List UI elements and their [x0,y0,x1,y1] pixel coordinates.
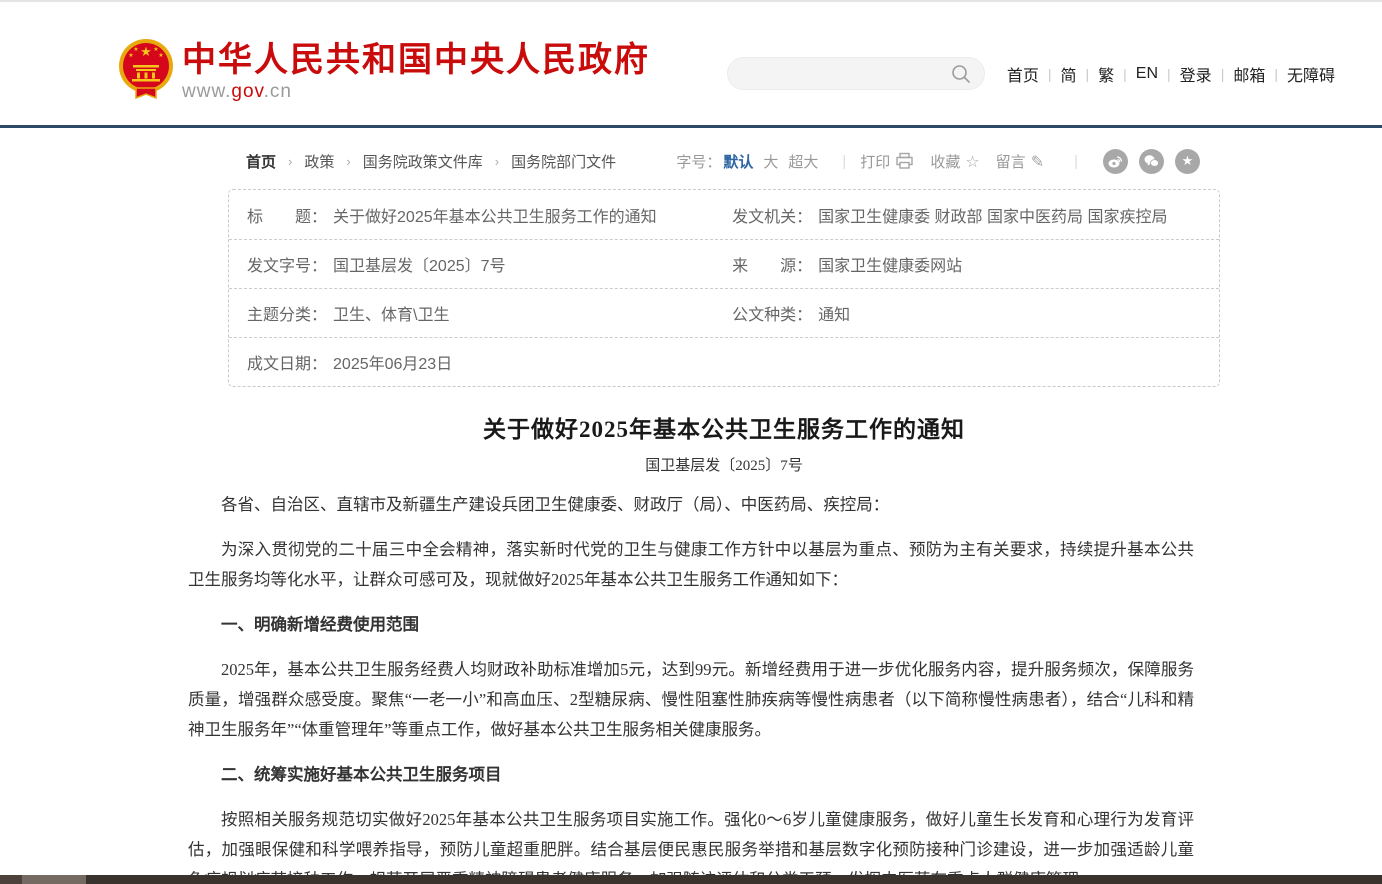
qzone-share-button[interactable]: ★ [1175,149,1200,174]
url-www: www. [182,81,231,102]
svg-text:★: ★ [128,52,133,59]
document-number: 国卫基层发〔2025〕7号 [228,454,1220,475]
breadcrumb-department-documents[interactable]: 国务院部门文件 [511,151,616,172]
comment-label: 留言 [996,151,1026,172]
font-size-large-button[interactable]: 大 [763,151,778,172]
meta-title-label: 标 题： [247,203,327,227]
url-gov: gov [231,81,263,102]
meta-topic-label: 主题分类： [247,301,327,325]
meta-doc-type-label: 公文种类： [732,301,812,325]
qzone-star-icon: ★ [1182,154,1194,169]
nav-home[interactable]: 首页 [1007,62,1039,86]
url-cn: .cn [264,81,292,102]
svg-text:★: ★ [153,46,158,53]
nav-english[interactable]: EN [1136,65,1158,83]
meta-issuing-agency-label: 发文机关： [732,203,812,227]
nav-traditional[interactable]: 繁 [1098,62,1114,86]
star-icon: ☆ [965,152,979,171]
meta-source-label: 来 源： [732,252,812,276]
chevron-right-icon: › [495,154,499,169]
chevron-right-icon: › [288,154,292,169]
section-heading-2: 二、统筹实施好基本公共卫生服务项目 [188,760,1194,790]
table-row: 标 题： 关于做好2025年基本公共卫生服务工作的通知 发文机关： 国家卫生健康… [229,190,1219,239]
meta-topic-value: 卫生、体育\卫生 [333,301,449,325]
intro-paragraph: 为深入贯彻党的二十届三中全会精神，落实新时代党的卫生与健康工作方针中以基层为重点… [188,535,1194,595]
chevron-right-icon: › [346,154,350,169]
meta-source-value: 国家卫生健康委网站 [818,252,962,276]
header-divider [0,125,1382,128]
breadcrumb-policy-library[interactable]: 国务院政策文件库 [363,151,483,172]
section-1-paragraph: 2025年，基本公共卫生服务经费人均财政补助标准增加5元，达到99元。新增经费用… [188,655,1194,745]
nav-separator: | [1221,66,1225,82]
page-title: 关于做好2025年基本公共卫生服务工作的通知 [228,410,1220,444]
document-body: 各省、自治区、直辖市及新疆生产建设兵团卫生健康委、财政厅（局）、中医药局、疾控局… [188,490,1194,884]
site-header: ★ ★ ★ ★ ★ 中华人民共和国中央人民政府 www.gov.cn 首页 | 简… [0,2,1382,125]
salutation-paragraph: 各省、自治区、直辖市及新疆生产建设兵团卫生健康委、财政厅（局）、中医药局、疾控局… [188,490,1194,520]
nav-separator: | [1123,66,1127,82]
document-metadata-table: 标 题： 关于做好2025年基本公共卫生服务工作的通知 发文机关： 国家卫生健康… [228,189,1220,387]
scrollbar-corner [0,875,22,884]
scrollbar-thumb[interactable] [22,875,86,884]
table-row: 发文字号： 国卫基层发〔2025〕7号 来 源： 国家卫生健康委网站 [229,239,1219,288]
favorite-button[interactable]: 收藏 ☆ [930,151,979,172]
print-button[interactable]: 打印 [860,151,914,172]
top-nav: 首页 | 简 | 繁 | EN | 登录 | 邮箱 | 无障碍 [1007,62,1335,86]
table-row: 成文日期： 2025年06月23日 [229,337,1219,386]
bottom-scrollbar[interactable] [0,875,1382,884]
meta-title-value: 关于做好2025年基本公共卫生服务工作的通知 [333,203,657,227]
section-heading-1: 一、明确新增经费使用范围 [188,610,1194,640]
weibo-share-button[interactable] [1103,149,1128,174]
toolbar-divider: | [842,153,846,170]
nav-simplified[interactable]: 简 [1060,62,1076,86]
breadcrumb-home[interactable]: 首页 [246,151,276,172]
print-label: 打印 [860,151,890,172]
printer-icon [895,152,914,170]
svg-text:★: ★ [133,46,138,53]
breadcrumb-policy[interactable]: 政策 [304,151,334,172]
wechat-share-button[interactable] [1139,149,1164,174]
font-size-label: 字号： [676,151,721,172]
meta-doc-number-value: 国卫基层发〔2025〕7号 [333,252,506,276]
nav-separator: | [1274,66,1278,82]
breadcrumb: 首页 › 政策 › 国务院政策文件库 › 国务院部门文件 [228,151,616,172]
meta-doc-number-label: 发文字号： [247,252,327,276]
meta-date-label: 成文日期： [247,350,327,374]
site-url: www.gov.cn [182,81,650,103]
comment-button[interactable]: 留言 ✎ [996,151,1044,172]
search-box[interactable] [727,57,985,90]
nav-separator: | [1086,66,1090,82]
nav-separator: | [1167,66,1171,82]
section-2-paragraph: 按照相关服务规范切实做好2025年基本公共卫生服务项目实施工作。强化0～6岁儿童… [188,805,1194,884]
meta-issuing-agency-value: 国家卫生健康委 财政部 国家中医药局 国家疾控局 [818,203,1167,227]
svg-text:★: ★ [158,52,163,59]
toolbar-divider: | [1074,153,1078,170]
weibo-icon [1107,153,1124,170]
site-brand[interactable]: 中华人民共和国中央人民政府 www.gov.cn [182,42,650,103]
font-size-xlarge-button[interactable]: 超大 [788,151,818,172]
page-toolbar: 字号： 默认 大 超大 | 打印 收藏 ☆ 留言 ✎ | [676,149,1220,174]
favorite-label: 收藏 [930,151,960,172]
nav-mail[interactable]: 邮箱 [1233,62,1265,86]
nav-separator: | [1048,66,1052,82]
site-title: 中华人民共和国中央人民政府 [182,42,650,78]
national-emblem-logo: ★ ★ ★ ★ ★ [116,38,176,100]
nav-accessibility[interactable]: 无障碍 [1287,62,1335,86]
meta-doc-type-value: 通知 [818,301,850,325]
svg-text:★: ★ [140,44,152,59]
table-row: 主题分类： 卫生、体育\卫生 公文种类： 通知 [229,288,1219,337]
meta-date-value: 2025年06月23日 [333,350,452,374]
pencil-icon: ✎ [1031,152,1044,171]
wechat-icon [1143,153,1160,170]
font-size-default-button[interactable]: 默认 [723,151,753,172]
search-input[interactable] [740,66,950,82]
breadcrumb-toolbar-row: 首页 › 政策 › 国务院政策文件库 › 国务院部门文件 字号： 默认 大 超大… [228,149,1220,173]
nav-login[interactable]: 登录 [1180,62,1212,86]
search-icon[interactable] [950,63,972,85]
